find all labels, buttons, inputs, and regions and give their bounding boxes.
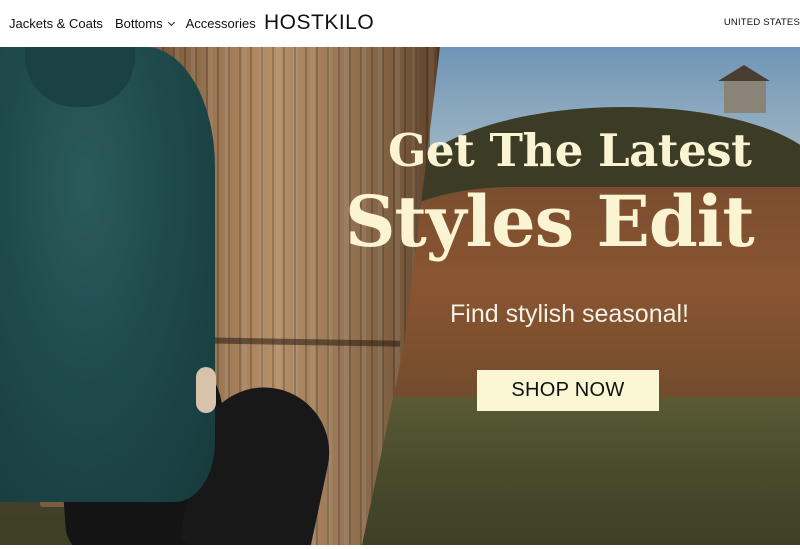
shop-now-button[interactable]: SHOP NOW <box>477 370 659 411</box>
hero-subheadline: Find stylish seasonal! <box>450 300 690 328</box>
main-nav: Jackets & Coats Bottoms Accessories <box>0 16 256 31</box>
nav-item-label: Jackets & Coats <box>9 16 103 31</box>
region-selector[interactable]: UNITED STATES <box>724 17 800 28</box>
nav-item-accessories[interactable]: Accessories <box>186 16 256 31</box>
top-navigation-bar: Jackets & Coats Bottoms Accessories HOST… <box>0 0 800 47</box>
nav-item-bottoms[interactable]: Bottoms <box>114 16 175 31</box>
hero-headline-line1: Get The Latest <box>388 124 752 177</box>
brand-logo[interactable]: HOSTKILO <box>264 11 374 35</box>
hero-banner[interactable]: Get The Latest Styles Edit Find stylish … <box>0 47 800 545</box>
model-hand <box>196 367 216 413</box>
hero-headline-line2: Styles Edit <box>345 180 755 263</box>
hero-field <box>360 397 800 545</box>
chevron-down-icon <box>167 18 175 26</box>
nav-item-jackets-coats[interactable]: Jackets & Coats <box>9 16 103 31</box>
model-sweater <box>0 47 215 502</box>
nav-item-label: Accessories <box>185 16 256 31</box>
hero-hut <box>718 65 770 115</box>
nav-item-label: Bottoms <box>114 16 163 31</box>
